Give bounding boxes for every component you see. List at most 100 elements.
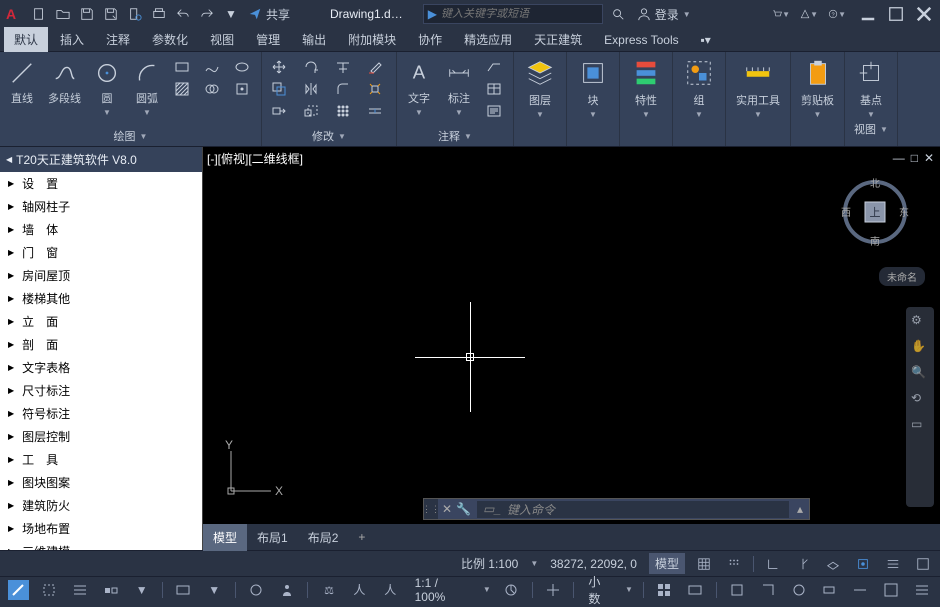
navigation-bar[interactable]: ⚙ ✋ 🔍 ⟲ ▭ <box>906 307 934 507</box>
zoom-icon[interactable]: 🔍 <box>911 365 929 383</box>
side-item-stair[interactable]: 楼梯其他 <box>0 287 202 310</box>
scale-icon[interactable] <box>300 102 322 120</box>
cleanscreen-icon[interactable] <box>543 580 564 600</box>
tab-manage[interactable]: 管理 <box>246 27 290 52</box>
cmd-handle-icon[interactable]: ⋮⋮ <box>424 499 438 519</box>
redo-icon[interactable] <box>198 5 216 23</box>
ws2-icon[interactable]: ▼ <box>204 580 225 600</box>
drawing-canvas[interactable]: [-][俯视][二维线框] — □ ✕ X Y 上 北 南 东 西 <box>203 147 940 550</box>
pan-icon[interactable]: ✋ <box>911 339 929 357</box>
share-button[interactable]: 共享 <box>248 6 290 23</box>
minimize-button[interactable] <box>858 4 878 24</box>
layer-tool[interactable]: 图层▼ <box>520 56 560 119</box>
search-icon[interactable] <box>609 5 627 23</box>
3dosnap-icon[interactable]: ▼ <box>131 580 152 600</box>
qview2-icon[interactable] <box>685 580 706 600</box>
t1-icon[interactable] <box>727 580 748 600</box>
tab-addins[interactable]: 附加模块 <box>338 27 406 52</box>
annovisibility-icon[interactable]: 人 <box>349 580 370 600</box>
clipboard-tool[interactable]: 剪贴板▼ <box>797 56 838 119</box>
explode-icon[interactable] <box>364 80 386 98</box>
t5-icon[interactable] <box>850 580 871 600</box>
grid-icon[interactable] <box>693 554 715 574</box>
t3-icon[interactable] <box>788 580 809 600</box>
side-item-3d[interactable]: 三维建模 <box>0 540 202 550</box>
qp-icon[interactable] <box>70 580 91 600</box>
layout-tab-model[interactable]: 模型 <box>203 524 247 551</box>
tab-overflow-icon[interactable]: ▪▾ <box>697 31 715 49</box>
viewport-minimize-icon[interactable]: — <box>893 151 905 165</box>
ucs-icon[interactable]: X Y <box>223 439 283 502</box>
open-icon[interactable] <box>54 5 72 23</box>
ellipse-icon[interactable] <box>231 58 253 76</box>
layout-tab-1[interactable]: 布局1 <box>247 524 298 551</box>
search-input[interactable] <box>441 8 581 20</box>
line-tool[interactable]: 直线 <box>6 56 38 108</box>
showmotion-icon[interactable]: ▭ <box>911 417 929 435</box>
viewport-close-icon[interactable]: ✕ <box>924 151 934 165</box>
cmd-close-icon[interactable]: ✕ <box>442 502 452 516</box>
side-item-settings[interactable]: 设 置 <box>0 172 202 195</box>
rect-icon[interactable] <box>171 58 193 76</box>
cart-icon[interactable]: ▼ <box>772 5 790 23</box>
app-logo[interactable]: A <box>6 6 22 22</box>
arc-tool[interactable]: 圆弧▼ <box>131 56 163 119</box>
hatch-icon[interactable] <box>171 80 193 98</box>
tab-express[interactable]: Express Tools <box>594 29 688 51</box>
customize-icon[interactable] <box>911 580 932 600</box>
qview-icon[interactable] <box>654 580 675 600</box>
ws-icon[interactable] <box>173 580 194 600</box>
polyline-tool[interactable]: 多段线 <box>46 56 83 108</box>
side-item-section[interactable]: 剖 面 <box>0 333 202 356</box>
viewport-maximize-icon[interactable]: □ <box>911 151 918 165</box>
move-icon[interactable] <box>268 58 290 76</box>
dimension-tool[interactable]: 标注▼ <box>443 56 475 119</box>
t2-icon[interactable] <box>757 580 778 600</box>
basepoint-tool[interactable]: 基点▼ <box>851 56 891 119</box>
login-button[interactable]: 登录 ▼ <box>637 6 691 23</box>
tab-collaborate[interactable]: 协作 <box>408 27 452 52</box>
web-icon[interactable] <box>126 5 144 23</box>
tab-parametric[interactable]: 参数化 <box>142 27 198 52</box>
tab-output[interactable]: 输出 <box>292 27 336 52</box>
leader-icon[interactable] <box>483 58 505 76</box>
side-panel-title[interactable]: T20天正建筑软件 V8.0 <box>0 147 202 172</box>
isodraft-icon[interactable] <box>822 554 844 574</box>
layout-add-button[interactable]: + <box>348 530 375 544</box>
autodesk-icon[interactable]: ▼ <box>800 5 818 23</box>
side-item-blocks[interactable]: 图块图案 <box>0 471 202 494</box>
ortho-icon[interactable] <box>762 554 784 574</box>
new-icon[interactable] <box>30 5 48 23</box>
tab-default[interactable]: 默认 <box>4 27 48 52</box>
tab-tianzheng[interactable]: 天正建筑 <box>524 27 592 52</box>
side-item-symbol[interactable]: 符号标注 <box>0 402 202 425</box>
t4-icon[interactable] <box>819 580 840 600</box>
cmd-config-icon[interactable]: 🔧 <box>456 502 471 516</box>
region-icon[interactable] <box>201 80 223 98</box>
maximize-button[interactable] <box>886 4 906 24</box>
side-item-door[interactable]: 门 窗 <box>0 241 202 264</box>
side-item-layerctrl[interactable]: 图层控制 <box>0 425 202 448</box>
fullnav-icon[interactable]: ⚙ <box>911 313 929 331</box>
space-toggle[interactable]: 模型 <box>649 553 685 574</box>
mirror-icon[interactable] <box>300 80 322 98</box>
orbit-icon[interactable]: ⟲ <box>911 391 929 409</box>
side-item-site[interactable]: 场地布置 <box>0 517 202 540</box>
side-item-wall[interactable]: 墙 体 <box>0 218 202 241</box>
block-tool[interactable]: 块▼ <box>573 56 613 119</box>
search-box[interactable]: ▶ <box>423 4 603 24</box>
transparency-icon[interactable] <box>912 554 934 574</box>
offset-icon[interactable] <box>364 102 386 120</box>
hwaccel-icon[interactable] <box>501 580 522 600</box>
selection-icon[interactable] <box>39 580 60 600</box>
circle-tool[interactable]: 圆▼ <box>91 56 123 119</box>
dynmode-icon[interactable] <box>8 580 29 600</box>
erase-icon[interactable] <box>364 58 386 76</box>
polar-icon[interactable] <box>792 554 814 574</box>
utilities-tool[interactable]: 实用工具▼ <box>732 56 784 119</box>
snap-icon[interactable] <box>723 554 745 574</box>
scale-display[interactable]: 比例 1:100 <box>457 555 522 572</box>
properties-tool[interactable]: 特性▼ <box>626 56 666 119</box>
side-item-fireproof[interactable]: 建筑防火 <box>0 494 202 517</box>
tab-insert[interactable]: 插入 <box>50 27 94 52</box>
